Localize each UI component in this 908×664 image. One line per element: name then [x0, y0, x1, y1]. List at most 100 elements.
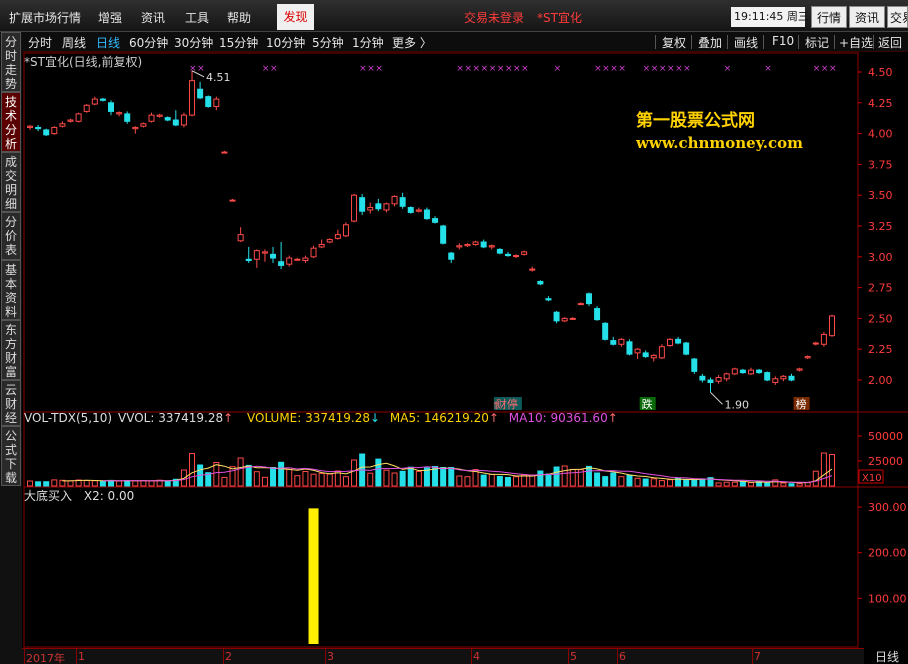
candle-body [788, 375, 795, 381]
candle-body [221, 151, 228, 154]
volume-bar [108, 479, 115, 487]
candle-body [675, 338, 682, 344]
date-axis-tick [76, 649, 77, 664]
volume-bar [278, 461, 285, 487]
date-axis-month: 2 [225, 650, 232, 663]
price-axis-label: 4.25 [868, 97, 893, 110]
candle-body [359, 197, 366, 212]
candle-body [172, 119, 179, 126]
date-axis-tick [617, 649, 618, 664]
date-axis-tick [471, 649, 472, 664]
volume-bar [513, 476, 520, 487]
candle-body [318, 243, 325, 248]
date-axis-tick [325, 649, 326, 664]
candle-body [521, 251, 528, 255]
event-marker: × [643, 64, 651, 74]
event-marker: × [189, 64, 197, 74]
volume-bar [342, 476, 349, 487]
indicator-header: 大底买入 X2: 0.00 [24, 487, 134, 504]
event-marker: × [464, 64, 472, 74]
candle-body [189, 80, 196, 116]
volume-bar [699, 478, 706, 487]
candle-body [67, 119, 74, 122]
candle-body [585, 293, 592, 305]
candle-body [342, 224, 349, 237]
candle-body [253, 250, 260, 260]
price-axis-label: 4.00 [868, 128, 893, 141]
event-marker: × [764, 64, 772, 74]
vvol-arrow: ↑ [223, 411, 234, 425]
event-badge: 跌 [642, 397, 653, 411]
event-marker: × [683, 64, 691, 74]
candle-body [577, 303, 584, 306]
volume-bar [407, 466, 414, 487]
candle-body [205, 96, 212, 107]
candle-body [504, 253, 511, 257]
volume-bar [658, 480, 665, 487]
volume-bar [415, 470, 422, 487]
event-marker: × [594, 64, 602, 74]
candle-body [326, 239, 333, 243]
volume-bar [27, 480, 33, 487]
candle-body [715, 377, 722, 382]
date-axis-month: 3 [327, 650, 334, 663]
event-marker: × [813, 64, 821, 74]
event-marker: × [505, 64, 513, 74]
candle-body [756, 369, 763, 374]
candle-body [658, 346, 665, 359]
event-marker: × [667, 64, 675, 74]
candle-body [634, 348, 641, 354]
event-marker: × [618, 64, 626, 74]
volume-indicator-name: VOL-TDX(5,10) [24, 411, 113, 425]
event-marker: × [375, 64, 383, 74]
candle-body [553, 311, 560, 322]
candle-body [626, 341, 633, 355]
candle-body [747, 369, 754, 375]
chart-canvas[interactable]: 4.50 4.25 4.00 3.75 3.50 3.25 3.00 2.75 2.50 2.25… [0, 0, 908, 664]
candle-body [116, 112, 123, 115]
date-axis-tick [223, 649, 224, 664]
volume-bar [448, 467, 455, 487]
volume-bar [585, 465, 592, 487]
candle-body [27, 125, 33, 128]
date-axis-month: 4 [473, 650, 480, 663]
candle-body [496, 248, 503, 254]
volume-bar [302, 471, 309, 487]
candle-body [75, 113, 82, 122]
event-marker: × [651, 64, 659, 74]
candle-body [764, 372, 771, 381]
indicator-axis-label: 200.00 [868, 547, 907, 560]
candle-body [148, 114, 155, 122]
volume-bar [124, 480, 131, 487]
candle-body [91, 98, 98, 105]
candle-body [351, 194, 358, 222]
price-axis-label: 2.50 [868, 312, 893, 325]
event-marker: × [521, 64, 529, 74]
candle-body [59, 123, 66, 127]
volume-bar [602, 476, 609, 487]
candle-body [545, 298, 552, 301]
volume-axis-label: 25000 [868, 455, 903, 468]
volume-bar [820, 452, 827, 487]
volume-bar [35, 481, 42, 487]
candle-body [804, 356, 811, 359]
candle-body [261, 251, 268, 254]
event-marker: × [602, 64, 610, 74]
candle-body [464, 243, 471, 247]
candle-body [796, 368, 803, 371]
candle-body [383, 203, 390, 211]
event-marker: × [367, 64, 375, 74]
volume-bar [812, 470, 819, 487]
volume-bar [788, 483, 795, 487]
volume-bar [715, 482, 722, 487]
candle-body [302, 257, 309, 261]
volume-bar [739, 481, 746, 487]
date-axis-month: 7 [754, 650, 761, 663]
candle-body [83, 104, 90, 112]
volume-bar [391, 472, 398, 487]
candle-body [245, 258, 252, 261]
volume-bar [253, 471, 260, 487]
candle-body [642, 352, 649, 358]
volume-bar [626, 475, 633, 487]
volume-bar [51, 479, 58, 487]
